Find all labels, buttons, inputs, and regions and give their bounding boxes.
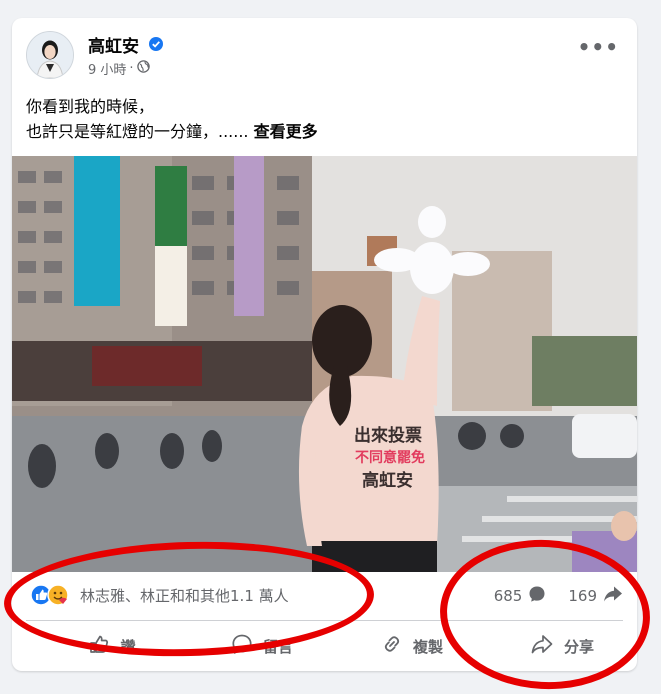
post-text-line: 也許只是等紅燈的一分鐘，...... <box>26 122 249 141</box>
share-button[interactable]: 分享 <box>502 624 622 668</box>
comments-count[interactable]: 685 <box>494 587 523 605</box>
comment-label: 留言 <box>262 637 293 656</box>
reaction-icons[interactable] <box>30 584 70 606</box>
link-icon <box>381 633 403 659</box>
copy-button[interactable]: 複製 <box>352 624 472 668</box>
see-more-link[interactable]: 查看更多 <box>254 122 318 141</box>
engagement-counts: 685 169 <box>494 585 623 607</box>
thumbs-up-icon <box>88 633 110 659</box>
more-options-icon[interactable]: ••• <box>578 37 619 57</box>
comment-icon <box>231 633 253 659</box>
like-label: 讚 <box>120 637 136 656</box>
post-text: 你看到我的時候， 也許只是等紅燈的一分鐘，...... 查看更多 <box>26 94 616 144</box>
reaction-names[interactable]: 林志雅、林正和和其他1.1 萬人 <box>80 585 289 606</box>
jacket-text-line3: 高虹安 <box>362 470 413 491</box>
post-header: 高虹安 9 小時 · ••• <box>12 18 637 88</box>
comment-bubble-icon[interactable] <box>528 585 546 607</box>
copy-label: 複製 <box>412 637 443 656</box>
share-icon <box>530 633 554 659</box>
share-label: 分享 <box>563 637 594 656</box>
globe-icon <box>136 60 150 77</box>
reactions-bar: 林志雅、林正和和其他1.1 萬人 685 169 <box>12 572 637 616</box>
post-photo[interactable]: 出來投票 不同意罷免 高虹安 <box>12 156 637 572</box>
author-name[interactable]: 高虹安 <box>88 32 139 57</box>
avatar[interactable] <box>26 31 74 79</box>
like-button[interactable]: 讚 <box>52 624 172 668</box>
meta-separator: · <box>129 61 134 76</box>
share-arrow-icon[interactable] <box>603 585 623 607</box>
post-meta: 9 小時 · <box>88 59 150 78</box>
jacket-text-line1: 出來投票 <box>354 425 422 446</box>
shares-count[interactable]: 169 <box>568 587 597 605</box>
post-card: 高虹安 9 小時 · ••• 你看到我的時候， 也許只是等紅燈的一分鐘，....… <box>12 18 637 671</box>
comment-button[interactable]: 留言 <box>202 624 322 668</box>
post-actions: 讚 留言 複製 分享 <box>12 624 637 668</box>
verified-badge-icon <box>149 36 163 55</box>
post-time[interactable]: 9 小時 <box>88 59 126 78</box>
post-text-line: 你看到我的時候， <box>26 97 155 116</box>
jacket-text-line2: 不同意罷免 <box>355 449 425 466</box>
actions-divider <box>26 620 623 621</box>
